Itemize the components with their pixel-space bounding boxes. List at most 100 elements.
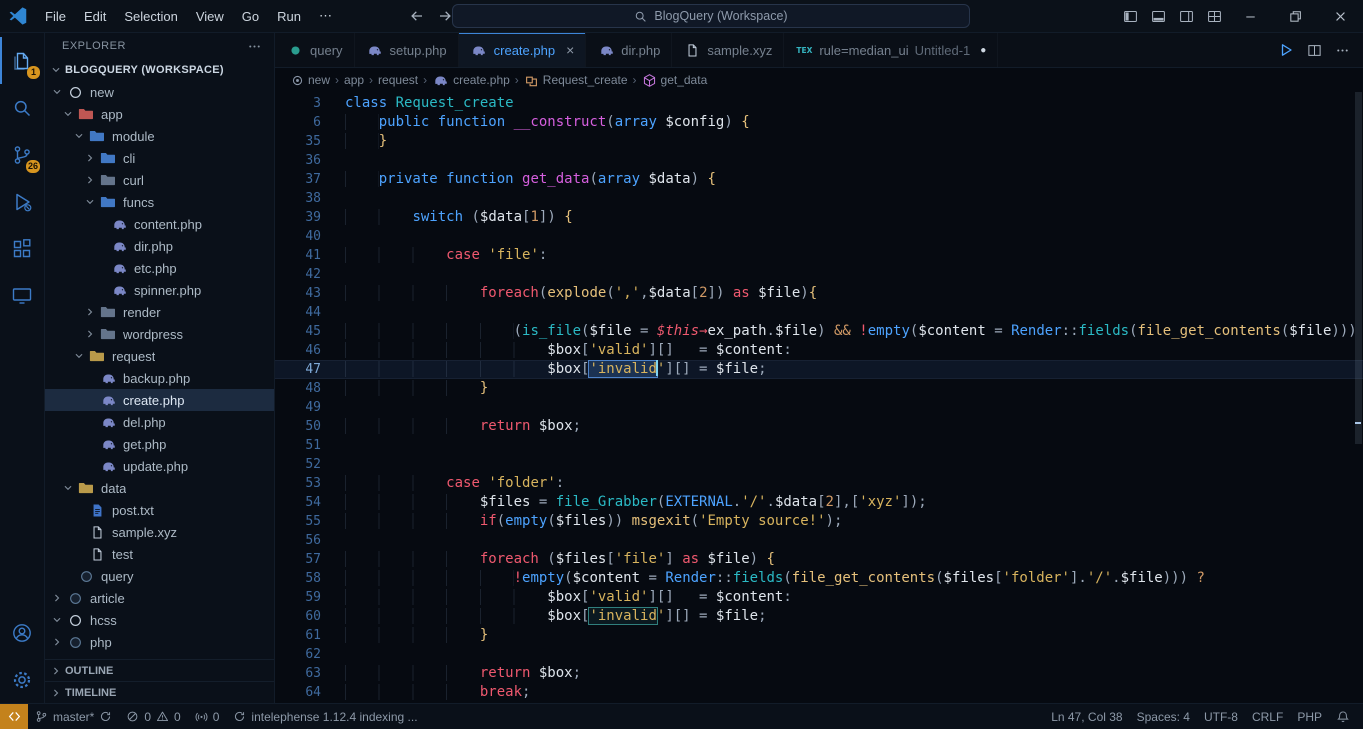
code-line-43[interactable]: 43 foreach(explode(',',$data[2]) as $fil… xyxy=(275,284,1363,303)
notifications-bell[interactable] xyxy=(1329,704,1357,729)
tree-item-create-php[interactable]: create.php xyxy=(45,389,274,411)
ports-status[interactable]: 0 xyxy=(188,704,227,729)
chevron-right-icon[interactable] xyxy=(82,151,98,165)
tree-item-etc-php[interactable]: etc.php xyxy=(45,257,274,279)
tree-item-article[interactable]: article xyxy=(45,587,274,609)
tree-item-post-txt[interactable]: post.txt xyxy=(45,499,274,521)
language-mode[interactable]: PHP xyxy=(1290,704,1329,729)
eol-setting[interactable]: CRLF xyxy=(1245,704,1290,729)
close-icon[interactable]: × xyxy=(566,42,574,58)
tree-item-del-php[interactable]: del.php xyxy=(45,411,274,433)
chevron-right-icon[interactable] xyxy=(82,173,98,187)
branch-status[interactable]: master* xyxy=(28,704,119,729)
tree-item-dir-php[interactable]: dir.php xyxy=(45,235,274,257)
activity-search[interactable] xyxy=(0,84,44,131)
code-line-49[interactable]: 49 xyxy=(275,398,1363,417)
chevron-down-icon[interactable] xyxy=(82,195,98,209)
code-line-61[interactable]: 61 } xyxy=(275,626,1363,645)
menu-run[interactable]: Run xyxy=(268,0,310,32)
code-line-40[interactable]: 40 xyxy=(275,227,1363,246)
activity-run-debug[interactable] xyxy=(0,178,44,225)
chevron-down-icon[interactable] xyxy=(49,613,65,627)
workspace-section-header[interactable]: BLOGQUERY (WORKSPACE) xyxy=(45,59,274,81)
tree-item-module[interactable]: module xyxy=(45,125,274,147)
code-line-64[interactable]: 64 break; xyxy=(275,683,1363,702)
menu-go[interactable]: Go xyxy=(233,0,268,32)
tree-item-request[interactable]: request xyxy=(45,345,274,367)
code-line-59[interactable]: 59 $box['valid'][] = $content: xyxy=(275,588,1363,607)
chevron-down-icon[interactable] xyxy=(49,85,65,99)
tree-item-new[interactable]: new xyxy=(45,81,274,103)
indentation-setting[interactable]: Spaces: 4 xyxy=(1130,704,1197,729)
tree-item-app[interactable]: app xyxy=(45,103,274,125)
code-line-44[interactable]: 44 xyxy=(275,303,1363,322)
code-line-6[interactable]: 6 public function __construct(array $con… xyxy=(275,113,1363,132)
breadcrumb-item-get-data[interactable]: get_data xyxy=(640,73,710,88)
code-line-3[interactable]: 3class Request_create xyxy=(275,94,1363,113)
code-line-54[interactable]: 54 $files = file_Grabber(EXTERNAL.'/'.$d… xyxy=(275,493,1363,512)
code-line-45[interactable]: 45 (is_file($file = $this→ex_path.$file)… xyxy=(275,322,1363,341)
menu-edit[interactable]: Edit xyxy=(75,0,115,32)
restore-button[interactable] xyxy=(1273,0,1318,33)
activity-explorer[interactable]: 1 xyxy=(0,37,44,84)
command-center-search[interactable]: BlogQuery (Workspace) xyxy=(452,4,970,28)
tab-rule-median-ui[interactable]: TEXrule=median_uiUntitled-1● xyxy=(784,33,998,67)
tree-item-sample-xyz[interactable]: sample.xyz xyxy=(45,521,274,543)
menu-selection[interactable]: Selection xyxy=(115,0,186,32)
run-icon[interactable] xyxy=(1273,34,1299,67)
problems-status[interactable]: 0 0 xyxy=(119,704,187,729)
chevron-down-icon[interactable] xyxy=(60,481,76,495)
tree-item-get-php[interactable]: get.php xyxy=(45,433,274,455)
chevron-right-icon[interactable] xyxy=(49,591,65,605)
activity-account[interactable] xyxy=(0,609,44,656)
tree-item-cli[interactable]: cli xyxy=(45,147,274,169)
menu-more[interactable]: ⋯ xyxy=(310,0,341,32)
breadcrumb-item-app[interactable]: app xyxy=(342,73,366,87)
breadcrumb-item-request[interactable]: request xyxy=(376,73,420,87)
code-line-46[interactable]: 46 $box['valid'][] = $content: xyxy=(275,341,1363,360)
code-line-36[interactable]: 36 xyxy=(275,151,1363,170)
remote-window-button[interactable] xyxy=(0,704,28,729)
encoding-setting[interactable]: UTF-8 xyxy=(1197,704,1245,729)
outline-section[interactable]: OUTLINE xyxy=(45,659,274,681)
menu-file[interactable]: File xyxy=(36,0,75,32)
code-line-41[interactable]: 41 case 'file': xyxy=(275,246,1363,265)
breadcrumb-item-create-php[interactable]: create.php xyxy=(430,72,512,89)
chevron-right-icon[interactable] xyxy=(49,635,65,649)
close-button[interactable] xyxy=(1318,0,1363,33)
chevron-down-icon[interactable] xyxy=(60,107,76,121)
tab-sample-xyz[interactable]: sample.xyz xyxy=(672,33,784,67)
editor-scrollbar[interactable] xyxy=(1353,92,1363,703)
code-line-39[interactable]: 39 switch ($data[1]) { xyxy=(275,208,1363,227)
code-line-35[interactable]: 35 } xyxy=(275,132,1363,151)
tab-dir-php[interactable]: dir.php xyxy=(586,33,672,67)
customize-layout-icon[interactable] xyxy=(1200,0,1228,33)
code-line-63[interactable]: 63 return $box; xyxy=(275,664,1363,683)
tree-item-update-php[interactable]: update.php xyxy=(45,455,274,477)
activity-settings[interactable] xyxy=(0,656,44,703)
activity-source-control[interactable]: 26 xyxy=(0,131,44,178)
back-arrow-icon[interactable] xyxy=(403,0,431,33)
chevron-down-icon[interactable] xyxy=(71,129,87,143)
breadcrumb-item-new[interactable]: new xyxy=(289,73,332,87)
code-line-38[interactable]: 38 xyxy=(275,189,1363,208)
code-line-53[interactable]: 53 case 'folder': xyxy=(275,474,1363,493)
tree-item-content-php[interactable]: content.php xyxy=(45,213,274,235)
minimize-button[interactable] xyxy=(1228,0,1273,33)
tree-item-test[interactable]: test xyxy=(45,543,274,565)
code-line-52[interactable]: 52 xyxy=(275,455,1363,474)
tab-setup-php[interactable]: setup.php xyxy=(355,33,459,67)
breadcrumb-item-request-create[interactable]: Request_create xyxy=(522,73,630,88)
split-editor-icon[interactable] xyxy=(1301,34,1327,67)
code-line-37[interactable]: 37 private function get_data(array $data… xyxy=(275,170,1363,189)
toggle-secondary-sidebar-icon[interactable] xyxy=(1172,0,1200,33)
tree-item-spinner-php[interactable]: spinner.php xyxy=(45,279,274,301)
code-line-60[interactable]: 60 $box['invalid'][] = $file; xyxy=(275,607,1363,626)
scrollbar-thumb[interactable] xyxy=(1355,92,1362,444)
code-line-48[interactable]: 48 } xyxy=(275,379,1363,398)
code-line-55[interactable]: 55 if(empty($files)) msgexit('Empty sour… xyxy=(275,512,1363,531)
code-editor[interactable]: 3class Request_create6 public function _… xyxy=(275,92,1363,703)
timeline-section[interactable]: TIMELINE xyxy=(45,681,274,703)
chevron-down-icon[interactable] xyxy=(71,349,87,363)
tree-item-backup-php[interactable]: backup.php xyxy=(45,367,274,389)
